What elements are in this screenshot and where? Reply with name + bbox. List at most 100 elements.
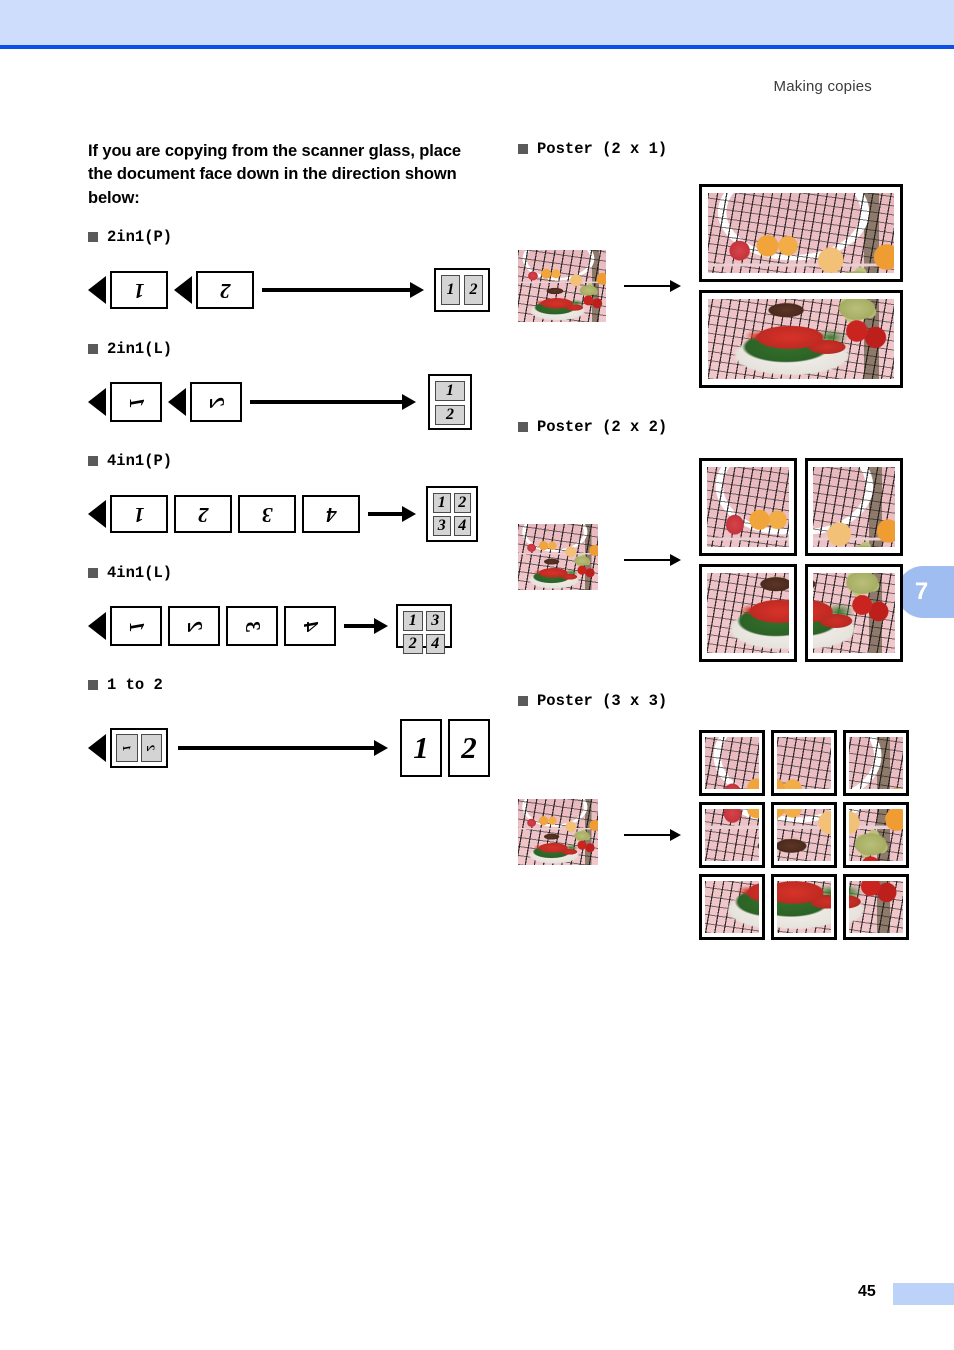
- output-page-2: 2: [448, 719, 490, 778]
- section-label-1-to-2: 1 to 2: [88, 676, 483, 694]
- input-page: 2: [196, 271, 254, 310]
- section-label-4in1-l: 4in1(L): [88, 564, 483, 582]
- diagram-row-2in1-l: 1 2 1 2: [88, 374, 483, 431]
- section-label-text: 2in1(L): [107, 340, 173, 359]
- input-page: 1: [110, 271, 168, 310]
- input-page: 2: [174, 495, 232, 534]
- input-page: 4: [284, 606, 336, 647]
- bullet-square-icon: [88, 568, 98, 579]
- input-page-number: 1: [133, 502, 145, 527]
- section-4in1-p: 4in1(P) 1 2 3 4 1 2 3 4: [88, 452, 483, 543]
- section-label-2in1-p: 2in1(P): [88, 228, 483, 246]
- bullet-square-icon: [88, 680, 98, 691]
- arrow-right-icon: [624, 829, 681, 841]
- triangle-left-icon: [88, 734, 106, 763]
- left-column: If you are copying from the scanner glas…: [88, 140, 490, 780]
- section-label-poster-2x2: Poster (2 x 2): [518, 418, 898, 436]
- output-sheet-4in1-l: 1 3 2 4: [396, 604, 452, 655]
- output-cell: 3: [433, 516, 451, 537]
- poster-body-2x1: [518, 184, 903, 388]
- input-page: 3: [226, 606, 278, 647]
- input-page: 1: [110, 495, 168, 534]
- section-label-2in1-l: 2in1(L): [88, 340, 483, 358]
- source-thumbnail: [518, 524, 606, 596]
- output-cell: 1: [403, 611, 423, 632]
- input-page-number: 1: [124, 397, 149, 408]
- arrow-right-icon: [344, 618, 388, 635]
- diagram-row-1-to-2: 1 2 1 2: [88, 716, 490, 780]
- right-column: Poster (2 x 1) Poster (2 x 2) Poster (3 …: [518, 140, 909, 940]
- page-number: 45: [858, 1283, 876, 1300]
- running-header-title: Making copies: [773, 78, 872, 95]
- arrow-right-icon: [624, 280, 681, 292]
- section-label-text: Poster (2 x 1): [537, 140, 668, 158]
- section-label-text: 4in1(L): [107, 564, 173, 583]
- input-page: 4: [302, 495, 360, 534]
- source-thumbnail: [518, 799, 606, 871]
- input-page-number: 2: [204, 397, 229, 408]
- poster-output-frames-2x1: [699, 184, 903, 388]
- bullet-square-icon: [88, 344, 98, 355]
- poster-frame-row: [699, 458, 903, 556]
- poster-output-frames-2x2: [699, 458, 903, 662]
- triangle-left-icon: [174, 276, 192, 305]
- diagram-row-4in1-l: 1 2 3 4 1 3 2 4: [88, 598, 483, 655]
- arrow-right-icon: [178, 740, 388, 757]
- input-cell: 2: [140, 734, 162, 763]
- poster-frame-row: [699, 290, 903, 388]
- section-label-text: 1 to 2: [107, 676, 163, 695]
- section-label-poster-2x1: Poster (2 x 1): [518, 140, 898, 158]
- poster-frame-row: [699, 802, 909, 868]
- section-label-text: 4in1(P): [107, 452, 173, 471]
- header-rule: [0, 45, 954, 49]
- input-page-number: 4: [298, 621, 323, 632]
- poster-tile: [699, 730, 765, 796]
- section-label-4in1-p: 4in1(P): [88, 452, 483, 470]
- input-page: 3: [238, 495, 296, 534]
- diagram-row-4in1-p: 1 2 3 4 1 2 3 4: [88, 486, 483, 543]
- poster-frame-row: [699, 184, 903, 282]
- input-page-number: 1: [133, 278, 145, 303]
- diagram-row-2in1-p: 1 2 1 2: [88, 262, 490, 318]
- poster-tile: [699, 802, 765, 868]
- input-page-number: 3: [261, 502, 273, 527]
- poster-tile: [771, 802, 837, 868]
- poster-tile: [843, 730, 909, 796]
- output-sheet-2in1-l: 1 2: [428, 374, 472, 431]
- section-label-text: 2in1(P): [107, 228, 173, 247]
- bullet-square-icon: [88, 456, 98, 467]
- poster-tile: [771, 874, 837, 940]
- poster-tile: [699, 564, 797, 662]
- section-2in1-l: 2in1(L) 1 2 1 2: [88, 340, 483, 431]
- input-page-combined: 1 2: [110, 728, 168, 769]
- output-cell: 1: [435, 381, 465, 402]
- output-cell: 4: [453, 516, 471, 537]
- poster-frame-row: [699, 564, 903, 662]
- poster-tile: [699, 458, 797, 556]
- output-cell: 1: [433, 493, 451, 514]
- poster-tile: [699, 874, 765, 940]
- input-page: 1: [110, 382, 162, 423]
- poster-frame-row: [699, 730, 909, 796]
- input-page-number: 3: [240, 621, 265, 632]
- output-page-number: 1: [413, 730, 429, 766]
- section-4in1-l: 4in1(L) 1 2 3 4 1 3 2 4: [88, 564, 483, 655]
- section-2in1-p: 2in1(P) 1 2 1 2: [88, 228, 490, 318]
- input-page: 2: [190, 382, 242, 423]
- arrow-right-icon: [262, 282, 424, 299]
- section-poster-3x3: Poster (3 x 3): [518, 692, 909, 940]
- bullet-square-icon: [518, 144, 528, 154]
- intro-paragraph: If you are copying from the scanner glas…: [88, 142, 461, 207]
- output-page-1: 1: [400, 719, 442, 778]
- input-page-number: 2: [182, 621, 207, 632]
- output-cell: 2: [435, 405, 465, 426]
- output-cell: 3: [425, 611, 445, 632]
- footer-color-block: [893, 1283, 954, 1305]
- bullet-square-icon: [518, 422, 528, 432]
- input-page-number: 2: [219, 278, 231, 303]
- output-page-number: 2: [461, 730, 477, 766]
- bullet-square-icon: [88, 232, 98, 243]
- output-cell: 2: [464, 275, 483, 306]
- input-page: 2: [168, 606, 220, 647]
- chapter-tab-number: 7: [914, 578, 929, 605]
